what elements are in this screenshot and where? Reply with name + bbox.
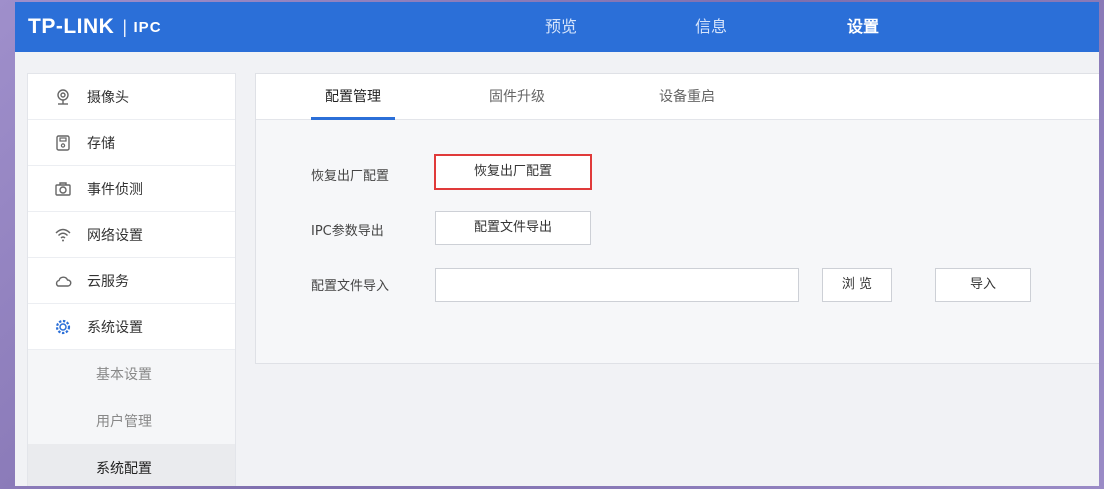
sidebar-item-camera[interactable]: 摄像头 xyxy=(28,74,235,120)
sidebar-item-label: 云服务 xyxy=(87,273,129,290)
nav-settings[interactable]: 设置 xyxy=(847,2,879,52)
cloud-icon xyxy=(53,271,73,291)
nav-info[interactable]: 信息 xyxy=(695,2,727,52)
factory-reset-button[interactable]: 恢复出厂配置 xyxy=(434,154,592,190)
top-navigation-bar: TP-LINK | IPC 预览 信息 设置 xyxy=(15,2,1099,52)
sidebar-item-network[interactable]: 网络设置 xyxy=(28,212,235,258)
sidebar-item-system-settings[interactable]: 系统设置 xyxy=(28,304,235,350)
camera-icon xyxy=(53,87,73,107)
sidebar-subitem-system-config[interactable]: 系统配置 xyxy=(28,444,235,486)
sidebar-subitem-basic-settings[interactable]: 基本设置 xyxy=(28,350,235,397)
tab-firmware-upgrade[interactable]: 固件升级 xyxy=(489,74,545,120)
ipc-export-label: IPC参数导出 xyxy=(311,224,384,239)
sidebar-item-label: 存储 xyxy=(87,135,115,152)
export-config-button[interactable]: 配置文件导出 xyxy=(435,211,591,245)
factory-reset-label: 恢复出厂配置 xyxy=(311,169,390,184)
logo-sub-text: IPC xyxy=(133,18,162,36)
sidebar-subitem-user-management[interactable]: 用户管理 xyxy=(28,397,235,444)
tab-device-reboot[interactable]: 设备重启 xyxy=(659,74,715,120)
sidebar-item-label: 系统设置 xyxy=(87,319,143,336)
sidebar-item-storage[interactable]: 存储 xyxy=(28,120,235,166)
config-import-label: 配置文件导入 xyxy=(311,279,390,294)
logo-main-text: TP-LINK xyxy=(28,15,115,38)
sidebar-item-cloud[interactable]: 云服务 xyxy=(28,258,235,304)
sidebar-item-label: 网络设置 xyxy=(87,227,143,244)
tab-config-management[interactable]: 配置管理 xyxy=(311,74,395,120)
import-file-field[interactable] xyxy=(435,268,799,302)
sidebar-item-event-detection[interactable]: 事件侦测 xyxy=(28,166,235,212)
nav-preview[interactable]: 预览 xyxy=(545,2,577,52)
tab-bar: 配置管理 固件升级 设备重启 xyxy=(256,74,1099,120)
content-panel: 配置管理 固件升级 设备重启 恢复出厂配置 恢复出厂配置 IPC参数导出 配置文… xyxy=(255,73,1099,364)
config-management-form: 恢复出厂配置 恢复出厂配置 IPC参数导出 配置文件导出 配置文件导入 浏 览 … xyxy=(256,120,1099,363)
event-detection-icon xyxy=(53,179,73,199)
settings-gear-icon xyxy=(53,317,73,337)
sidebar-item-label: 事件侦测 xyxy=(87,181,143,198)
sidebar: 摄像头 存储 事件侦测 网络设置 云服务 系统设置 基本设置 用户管理 系统配置 xyxy=(27,73,236,486)
browse-button[interactable]: 浏 览 xyxy=(822,268,892,302)
storage-icon xyxy=(53,133,73,153)
sidebar-item-label: 摄像头 xyxy=(87,89,129,106)
tp-link-logo: TP-LINK | IPC xyxy=(28,15,162,39)
wifi-icon xyxy=(53,225,73,245)
import-button[interactable]: 导入 xyxy=(935,268,1031,302)
logo-separator: | xyxy=(122,16,128,37)
app-window: TP-LINK | IPC 预览 信息 设置 摄像头 存储 事件侦测 网络设置 … xyxy=(15,2,1099,486)
